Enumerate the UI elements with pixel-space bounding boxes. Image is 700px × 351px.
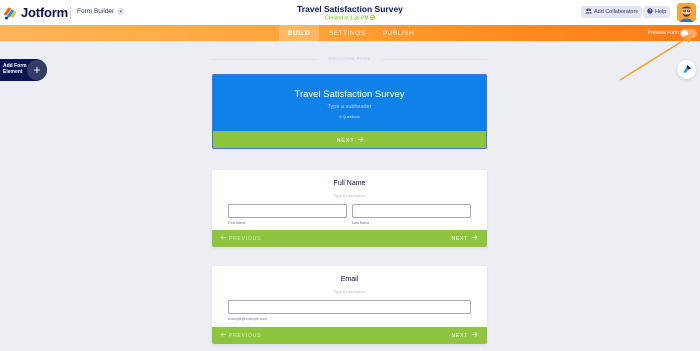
first-name-input[interactable] xyxy=(228,204,347,218)
next-label: NEXT xyxy=(336,137,355,144)
annotation-arrow xyxy=(619,34,693,81)
arrow-left-icon xyxy=(220,332,226,339)
page-label: WELCOME PAGE xyxy=(212,54,487,64)
next-button[interactable]: NEXT xyxy=(451,327,478,344)
arrow-left-icon xyxy=(220,235,226,242)
avatar[interactable] xyxy=(677,3,696,22)
help-button[interactable]: ? Help xyxy=(643,6,671,18)
builder-nav: BUILD SETTINGS PUBLISH Preview Form xyxy=(0,25,700,41)
last-name-sublabel: Last Name xyxy=(352,221,370,225)
question-card-email[interactable]: Email Type a description example@example… xyxy=(212,266,487,344)
plus-icon: + xyxy=(27,60,47,80)
add-form-element-button[interactable]: Add Form Element + xyxy=(0,59,47,81)
last-name-input[interactable] xyxy=(352,204,471,218)
previous-button[interactable]: PREVIOUS xyxy=(220,230,261,247)
previous-label: PREVIOUS xyxy=(229,332,262,339)
next-button[interactable]: NEXT xyxy=(451,230,478,247)
page-label-text: WELCOME PAGE xyxy=(328,56,371,61)
welcome-card[interactable]: Travel Satisfaction Survey Type a subhea… xyxy=(212,74,487,149)
people-icon xyxy=(585,8,592,16)
first-name-sublabel: First Name xyxy=(228,221,246,225)
welcome-header: Travel Satisfaction Survey Type a subhea… xyxy=(213,75,486,131)
welcome-subheader[interactable]: Type a subheader xyxy=(213,104,486,110)
svg-text:?: ? xyxy=(649,9,652,14)
question-description[interactable]: Type a description xyxy=(212,193,487,198)
next-label: NEXT xyxy=(451,235,468,242)
welcome-title[interactable]: Travel Satisfaction Survey xyxy=(213,89,486,100)
email-input[interactable] xyxy=(228,300,471,314)
question-count: 5 Questions xyxy=(339,115,360,119)
tab-publish[interactable]: PUBLISH xyxy=(383,25,414,41)
arrow-right-icon xyxy=(472,332,478,339)
help-icon: ? xyxy=(647,8,653,16)
tab-build[interactable]: BUILD xyxy=(279,25,319,41)
add-collaborators-button[interactable]: Add Collaborators xyxy=(581,6,643,18)
question-footer: PREVIOUS NEXT xyxy=(212,327,487,344)
arrow-right-icon xyxy=(472,235,478,242)
tab-settings[interactable]: SETTINGS xyxy=(329,25,366,41)
created-text: Created at 1:36 PM xyxy=(325,15,369,22)
help-label: Help xyxy=(655,9,667,15)
check-circle-icon xyxy=(370,15,375,22)
add-collaborators-label: Add Collaborators xyxy=(594,9,639,15)
email-sublabel: example@example.com xyxy=(228,317,267,321)
question-description[interactable]: Type a description xyxy=(212,289,487,294)
question-title[interactable]: Email xyxy=(212,276,487,283)
welcome-next-button[interactable]: NEXT xyxy=(213,131,486,148)
add-form-element-label: Add Form Element xyxy=(3,63,27,75)
question-card-full-name[interactable]: Full Name Type a description First Name … xyxy=(212,170,487,247)
arrow-right-icon xyxy=(358,137,364,144)
question-footer: PREVIOUS NEXT xyxy=(212,230,487,247)
question-title[interactable]: Full Name xyxy=(212,180,487,187)
previous-label: PREVIOUS xyxy=(229,235,262,242)
previous-button[interactable]: PREVIOUS xyxy=(220,327,261,344)
top-header: Jotform Form Builder ▾ Travel Satisfacti… xyxy=(0,0,700,25)
next-label: NEXT xyxy=(451,332,468,339)
